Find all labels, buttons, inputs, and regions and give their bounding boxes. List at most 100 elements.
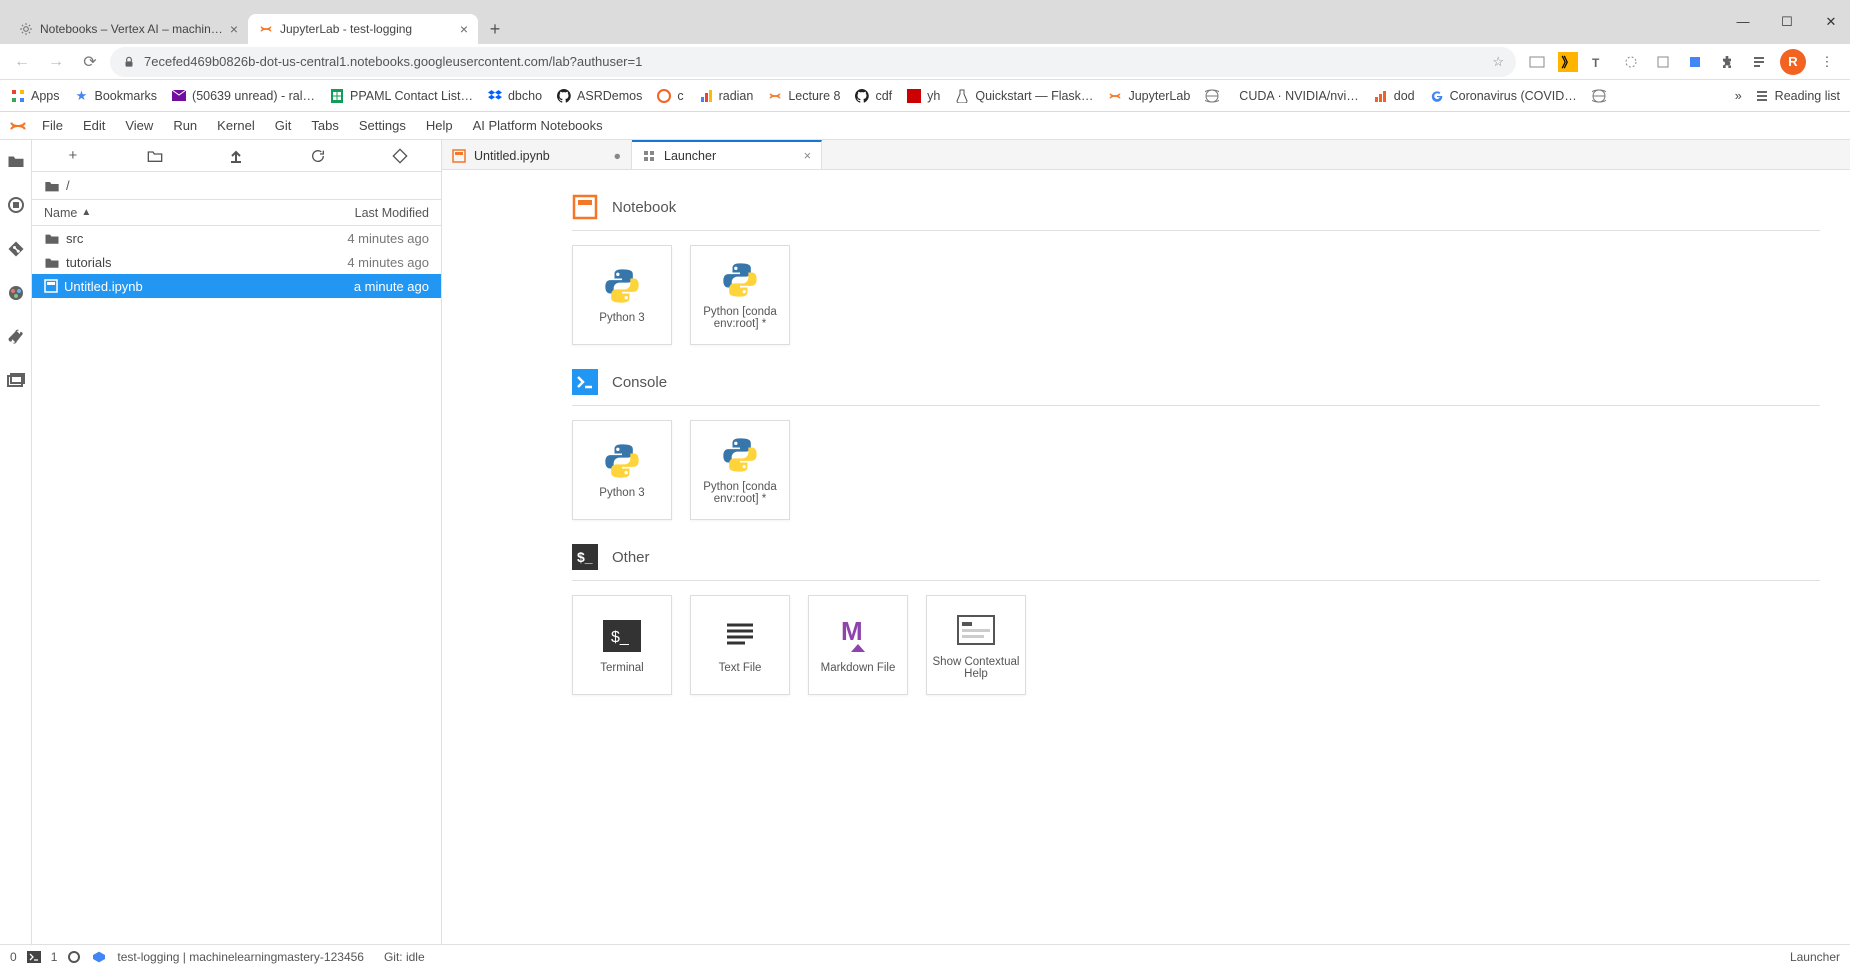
close-icon[interactable]: × (230, 21, 238, 37)
doc-tab-untitled[interactable]: Untitled.ipynb ● (442, 140, 632, 169)
menu-help[interactable]: Help (416, 118, 463, 133)
ext-icon[interactable] (1620, 51, 1642, 73)
git-tab-icon[interactable] (0, 236, 32, 262)
git-status-text[interactable]: Git: idle (384, 950, 425, 964)
file-row-folder[interactable]: tutorials 4 minutes ago (32, 250, 441, 274)
menu-settings[interactable]: Settings (349, 118, 416, 133)
bookmark-item[interactable]: cdf (854, 88, 892, 104)
kernel-status-icon[interactable] (67, 950, 81, 964)
bookmark-item[interactable]: dod (1373, 88, 1415, 104)
menu-file[interactable]: File (32, 118, 73, 133)
bookmark-item[interactable]: dbcho (487, 88, 542, 104)
folder-icon (44, 179, 60, 193)
menu-edit[interactable]: Edit (73, 118, 115, 133)
launcher-card-markdown[interactable]: M Markdown File (808, 595, 908, 695)
mail-icon (171, 88, 187, 104)
name-column-header[interactable]: Name▲ (44, 206, 91, 220)
bookmark-item[interactable]: Coronavirus (COVID… (1429, 88, 1577, 104)
launcher-icon (642, 149, 656, 163)
bookmark-apps[interactable]: Apps (10, 88, 60, 104)
mode-indicator[interactable]: Launcher (1790, 950, 1840, 964)
extensionmgr-tab-icon[interactable] (0, 324, 32, 350)
filebrowser-breadcrumb[interactable]: / (32, 172, 441, 200)
new-folder-button[interactable] (114, 149, 196, 163)
launcher-card-python3-notebook[interactable]: Python 3 (572, 245, 672, 345)
ext-icon[interactable]: T (1588, 51, 1610, 73)
launcher-card-terminal[interactable]: $_ Terminal (572, 595, 672, 695)
bookmark-item[interactable]: ★Bookmarks (74, 88, 158, 104)
modified-column-header[interactable]: Last Modified (355, 206, 429, 220)
close-window-button[interactable]: ✕ (1818, 14, 1844, 30)
bookmark-item[interactable]: JupyterLab (1107, 88, 1190, 104)
ext-icon[interactable]: 》 (1558, 52, 1578, 72)
menu-kernel[interactable]: Kernel (207, 118, 265, 133)
close-icon[interactable]: × (460, 21, 468, 37)
gcp-status-text[interactable]: test-logging | machinelearningmastery-12… (117, 950, 364, 964)
minimize-button[interactable]: — (1730, 14, 1756, 30)
star-icon[interactable]: ☆ (1492, 54, 1504, 70)
launcher-card-textfile[interactable]: Text File (690, 595, 790, 695)
launcher-card-contexthelp[interactable]: Show Contextual Help (926, 595, 1026, 695)
python-icon (600, 441, 644, 481)
bookmark-item[interactable]: yh (906, 88, 940, 104)
bookmark-item[interactable]: Lecture 8 (767, 88, 840, 104)
file-row-folder[interactable]: src 4 minutes ago (32, 226, 441, 250)
browser-tab-jupyterlab[interactable]: JupyterLab - test-logging × (248, 14, 478, 44)
ext-icon[interactable] (1652, 51, 1674, 73)
refresh-button[interactable] (277, 148, 359, 164)
browser-tabstrip: Notebooks – Vertex AI – machine… × Jupyt… (0, 10, 1850, 44)
extensions-icon[interactable] (1716, 51, 1738, 73)
back-button[interactable]: ← (8, 48, 36, 76)
jupyter-logo-icon[interactable] (4, 112, 32, 140)
new-tab-button[interactable]: + (482, 16, 508, 42)
launcher-card-python3-console[interactable]: Python 3 (572, 420, 672, 520)
browser-tab-vertex[interactable]: Notebooks – Vertex AI – machine… × (8, 14, 248, 44)
file-row-notebook[interactable]: Untitled.ipynb a minute ago (32, 274, 441, 298)
tabs-tab-icon[interactable] (0, 368, 32, 394)
forward-button[interactable]: → (42, 48, 70, 76)
status-count-a[interactable]: 0 (10, 950, 17, 964)
bookmark-overflow[interactable]: » (1735, 89, 1742, 103)
gcp-status-icon (91, 950, 107, 964)
bookmark-item[interactable]: ASRDemos (556, 88, 642, 104)
dirty-indicator-icon[interactable]: ● (613, 149, 621, 163)
filebrowser-tab-icon[interactable] (0, 148, 32, 174)
help-icon (954, 610, 998, 650)
menu-aiplatform[interactable]: AI Platform Notebooks (463, 118, 613, 133)
reload-button[interactable]: ⟳ (76, 48, 104, 76)
ext-icon[interactable] (1684, 51, 1706, 73)
bookmark-item[interactable]: CUDA · NVIDIA/nvi… (1239, 89, 1358, 103)
address-bar[interactable]: 7ecefed469b0826b-dot-us-central1.noteboo… (110, 47, 1516, 77)
reading-list-button[interactable]: Reading list (1754, 88, 1840, 104)
launcher-card-conda-console[interactable]: Python [conda env:root] * (690, 420, 790, 520)
new-launcher-button[interactable]: + (32, 147, 114, 164)
bookmark-item[interactable]: radian (698, 88, 754, 104)
jupyter-menubar: File Edit View Run Kernel Git Tabs Setti… (0, 112, 1850, 140)
git-button[interactable] (359, 148, 441, 164)
terminal-icon[interactable] (27, 951, 41, 963)
maximize-button[interactable]: ☐ (1774, 14, 1800, 30)
ext-icon[interactable] (1526, 51, 1548, 73)
running-tab-icon[interactable] (0, 192, 32, 218)
file-browser: + / Name▲ Last Modified src 4 minutes ag… (32, 140, 442, 944)
bookmark-item[interactable]: Quickstart — Flask… (954, 88, 1093, 104)
upload-button[interactable] (196, 148, 278, 164)
close-icon[interactable]: × (804, 149, 811, 163)
readinglist-icon[interactable] (1748, 51, 1770, 73)
bookmark-item[interactable]: c (656, 88, 683, 104)
bookmark-item[interactable] (1204, 88, 1225, 104)
bookmark-item[interactable]: (50639 unread) - ral… (171, 88, 315, 104)
menu-tabs[interactable]: Tabs (301, 118, 348, 133)
status-count-b[interactable]: 1 (51, 950, 58, 964)
launcher-card-conda-notebook[interactable]: Python [conda env:root] * (690, 245, 790, 345)
doc-tab-launcher[interactable]: Launcher × (632, 140, 822, 169)
menu-icon[interactable]: ⋮ (1816, 51, 1838, 73)
commands-tab-icon[interactable] (0, 280, 32, 306)
bookmark-item[interactable]: PPAML Contact List… (329, 88, 473, 104)
profile-avatar[interactable]: R (1780, 49, 1806, 75)
bookmark-item[interactable] (1591, 88, 1612, 104)
menu-git[interactable]: Git (265, 118, 302, 133)
menu-view[interactable]: View (115, 118, 163, 133)
terminal-icon: $_ (600, 616, 644, 656)
menu-run[interactable]: Run (163, 118, 207, 133)
